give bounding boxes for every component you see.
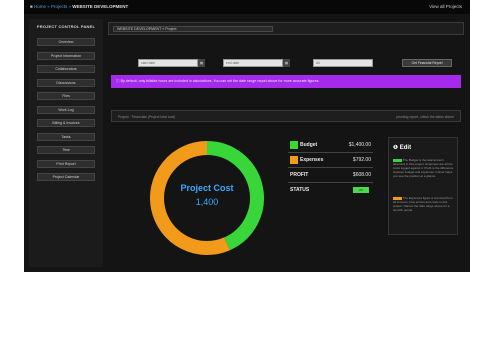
donut-slice-budget: [206, 141, 264, 251]
calendar-icon[interactable]: ▦: [283, 59, 290, 67]
sidebar-item[interactable]: Project Calendar: [37, 173, 95, 181]
alert-text: By default, only billable hours are incl…: [120, 79, 320, 83]
to-date-input[interactable]: end date: [223, 59, 283, 67]
breadcrumb-home[interactable]: Home: [34, 4, 46, 9]
sidebar-title: PROJECT CONTROL PANEL: [36, 24, 96, 29]
budget-swatch: [290, 141, 298, 149]
edit-paragraph-2-text: The Expenses figure is summed from all i…: [393, 196, 453, 212]
divider: [288, 182, 373, 183]
section-header: Project · Financials (Project total cost…: [111, 110, 461, 122]
page-title: WEBSITE DEVELOPMENT » Project: [113, 26, 273, 32]
status-select[interactable]: All: [313, 59, 373, 67]
donut-title: Project Cost: [180, 183, 234, 193]
sidebar-item[interactable]: Print Report: [37, 159, 95, 168]
sidebar-item[interactable]: Discussions: [37, 78, 95, 87]
status-row: STATUS OK: [288, 184, 373, 196]
expenses-swatch: [290, 156, 298, 164]
edit-paragraph-1: The Budget is the total amount allocated…: [393, 158, 455, 178]
budget-value: $1,400.00: [348, 142, 371, 148]
divider: [288, 152, 373, 153]
profit-value: $608.00: [352, 172, 371, 178]
project-cost-donut: Project Cost 1,400: [146, 137, 268, 259]
sidebar-item[interactable]: Billing & Invoices: [37, 119, 95, 127]
app-window: ■ Home » Projects » WEBSITE DEVELOPMENT …: [24, 0, 470, 272]
get-report-button[interactable]: Get Financial Report: [402, 59, 452, 67]
home-icon[interactable]: ■: [30, 4, 33, 9]
budget-label: Budget: [300, 142, 318, 148]
top-bar: ■ Home » Projects » WEBSITE DEVELOPMENT …: [24, 0, 470, 14]
view-all-projects-link[interactable]: View all Projects: [429, 0, 462, 14]
status-badge: OK: [353, 187, 369, 193]
status-label: STATUS: [290, 187, 310, 193]
budget-row: Budget $1,400.00: [288, 139, 373, 151]
sidebar-item[interactable]: Collaborators: [37, 65, 95, 73]
sidebar-item[interactable]: Files: [37, 92, 95, 100]
main-content: WEBSITE DEVELOPMENT » Project start date…: [108, 19, 464, 267]
from-date-input[interactable]: start date: [138, 59, 198, 67]
section-right-label: pending report, check the dates above: [396, 115, 454, 119]
edit-paragraph-1-text: The Budget is the total amount allocated…: [393, 158, 454, 178]
calendar-icon[interactable]: ▦: [198, 59, 205, 67]
sidebar-item[interactable]: Overview: [37, 38, 95, 46]
info-icon: ⓘ: [116, 79, 120, 83]
sidebar-item[interactable]: Work Log: [37, 105, 95, 114]
divider: [288, 167, 373, 168]
edit-help-panel: ❶ Edit The Budget is the total amount al…: [388, 137, 458, 235]
edit-heading: ❶ Edit: [393, 144, 411, 151]
expenses-row: Expenses $792.00: [288, 154, 373, 166]
edit-paragraph-2: The Expenses figure is summed from all i…: [393, 196, 455, 212]
sidebar-item[interactable]: Project Information: [37, 51, 95, 60]
expenses-label: Expenses: [300, 157, 324, 163]
sidebar-item[interactable]: Time: [37, 146, 95, 154]
page-title-bar: WEBSITE DEVELOPMENT » Project: [108, 22, 464, 35]
sidebar: PROJECT CONTROL PANEL Overview Project In…: [29, 19, 103, 267]
expenses-value: $792.00: [352, 157, 371, 163]
breadcrumb: ■ Home » Projects » WEBSITE DEVELOPMENT: [30, 0, 128, 14]
breadcrumb-projects[interactable]: » Projects »: [47, 4, 71, 9]
edit-title: Edit: [399, 145, 412, 151]
donut-value: 1,400: [195, 197, 219, 207]
info-alert: ⓘ By default, only billable hours are in…: [111, 75, 461, 88]
section-label: Project · Financials (Project total cost…: [118, 115, 176, 119]
breadcrumb-current: WEBSITE DEVELOPMENT: [72, 4, 129, 9]
profit-label: PROFIT: [290, 172, 309, 178]
sidebar-item[interactable]: Tasks: [37, 132, 95, 141]
profit-row: PROFIT $608.00: [288, 169, 373, 181]
info-circle-icon: ❶: [393, 145, 399, 151]
